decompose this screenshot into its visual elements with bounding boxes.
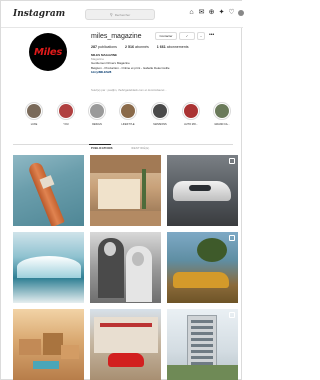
new-post-icon[interactable]: ⊕ — [208, 9, 215, 16]
profile-username: miles_magazine — [91, 33, 142, 40]
profile-stats: 287 publications 2 516 abonnés 1 661 abo… — [91, 45, 189, 49]
highlight-ring — [151, 102, 169, 120]
posts-count: 287 publications — [91, 45, 117, 49]
post-image-car — [108, 353, 144, 367]
highlight-ring — [25, 102, 43, 120]
post-image-detail — [197, 238, 227, 262]
highlight-ring — [182, 102, 200, 120]
carousel-icon — [229, 235, 235, 241]
post-image-detail — [98, 179, 140, 209]
post-thumbnail[interactable] — [167, 309, 238, 380]
highlight-ring — [88, 102, 106, 120]
heart-icon[interactable]: ♡ — [228, 9, 235, 16]
highlight-image — [90, 104, 104, 118]
profile-avatar-large[interactable]: Miles — [29, 33, 67, 71]
carousel-icon — [229, 158, 235, 164]
post-image-detail — [167, 365, 238, 380]
highlight-label: GRAND CA... — [214, 123, 230, 126]
highlight-image — [153, 104, 167, 118]
search-placeholder: Rechercher — [114, 12, 131, 17]
highlight-mansions[interactable]: MANSIONS — [149, 102, 171, 126]
highlight-luxe[interactable]: LUXE — [23, 102, 45, 126]
top-nav-bar: Instagram ⚲ Rechercher ⌂ ✉ ⊕ ✦ ♡ — [1, 1, 244, 28]
post-image-boat — [27, 160, 65, 226]
profile-bio: MILES MAGAZINE Magazine Gentlemen Driver… — [91, 53, 211, 74]
post-thumbnail[interactable] — [13, 309, 84, 380]
story-highlights: LUXE YOU DESIGN LIFESTYLE MANSIONS AUTO … — [23, 102, 233, 130]
highlight-label: AUTO MO... — [184, 123, 198, 126]
post-thumbnail[interactable] — [90, 155, 161, 226]
post-thumbnail[interactable] — [167, 232, 238, 303]
highlight-lifestyle[interactable]: LIFESTYLE — [117, 102, 139, 126]
following-count[interactable]: 1 661 abonnements — [157, 45, 189, 49]
suggestions-button[interactable]: ⌄ — [197, 32, 205, 40]
chevron-down-icon: ⌄ — [199, 34, 203, 38]
search-icon: ⚲ — [109, 12, 113, 17]
followed-by-text[interactable]: Suivi(e) par : pauljlm, thebrigadeblack.… — [91, 88, 211, 92]
contact-button[interactable]: Contacter — [155, 32, 177, 40]
highlight-ring — [213, 102, 231, 120]
post-image-detail — [104, 242, 116, 256]
highlight-image — [215, 104, 229, 118]
instagram-profile-page: Instagram ⚲ Rechercher ⌂ ✉ ⊕ ✦ ♡ Miles m… — [0, 0, 244, 380]
carousel-icon — [229, 312, 235, 318]
highlight-label: LIFESTYLE — [121, 123, 135, 126]
highlight-image — [184, 104, 198, 118]
post-image-building — [94, 317, 158, 353]
post-thumbnail[interactable] — [13, 155, 84, 226]
highlight-label: LUXE — [30, 123, 38, 126]
post-thumbnail[interactable] — [13, 232, 84, 303]
more-options-icon[interactable]: ••• — [209, 32, 214, 38]
search-input[interactable]: ⚲ Rechercher — [85, 9, 155, 20]
highlight-image — [27, 104, 41, 118]
instagram-logo[interactable]: Instagram — [13, 9, 65, 19]
post-image-car — [173, 181, 231, 201]
post-image-car — [173, 272, 229, 288]
post-image-detail — [132, 252, 144, 266]
active-tab-indicator — [89, 144, 111, 145]
post-image-wave — [17, 256, 81, 278]
post-image-detail — [90, 211, 161, 226]
post-image-detail — [33, 361, 59, 369]
following-button[interactable]: ✓ — [179, 32, 195, 40]
highlight-image — [59, 104, 73, 118]
highlight-label: DESIGN — [92, 123, 102, 126]
avatar-logo-text: Miles — [33, 46, 63, 58]
post-image-detail — [61, 345, 79, 359]
highlight-label: YOU — [63, 123, 69, 126]
post-image-detail — [19, 339, 41, 355]
highlight-ring — [57, 102, 75, 120]
highlight-label: MANSIONS — [153, 123, 167, 126]
post-thumbnail[interactable] — [90, 309, 161, 380]
tab-posts[interactable]: PUBLICATIONS — [91, 147, 113, 150]
bio-link[interactable]: bit.ly/MILES28 — [91, 70, 211, 74]
highlight-design[interactable]: DESIGN — [86, 102, 108, 126]
post-image-detail — [90, 155, 161, 173]
nav-icons: ⌂ ✉ ⊕ ✦ ♡ — [188, 9, 244, 16]
messenger-icon[interactable]: ✉ — [198, 9, 205, 16]
post-thumbnail[interactable] — [90, 232, 161, 303]
home-icon[interactable]: ⌂ — [188, 9, 195, 16]
highlight-you[interactable]: YOU — [55, 102, 77, 126]
profile-avatar[interactable] — [238, 9, 244, 16]
post-image-detail — [142, 169, 146, 209]
highlight-automobile[interactable]: AUTO MO... — [180, 102, 202, 126]
tab-tagged[interactable]: IDENTIFIÉ(E) — [131, 147, 149, 150]
followers-count[interactable]: 2 516 abonnés — [125, 45, 149, 49]
post-image-detail — [43, 333, 63, 355]
highlight-image — [121, 104, 135, 118]
highlight-grand[interactable]: GRAND CA... — [211, 102, 233, 126]
post-thumbnail[interactable] — [167, 155, 238, 226]
following-check-icon: ✓ — [185, 34, 189, 38]
tabs-divider — [13, 144, 233, 145]
highlight-ring — [119, 102, 137, 120]
explore-icon[interactable]: ✦ — [218, 9, 225, 16]
